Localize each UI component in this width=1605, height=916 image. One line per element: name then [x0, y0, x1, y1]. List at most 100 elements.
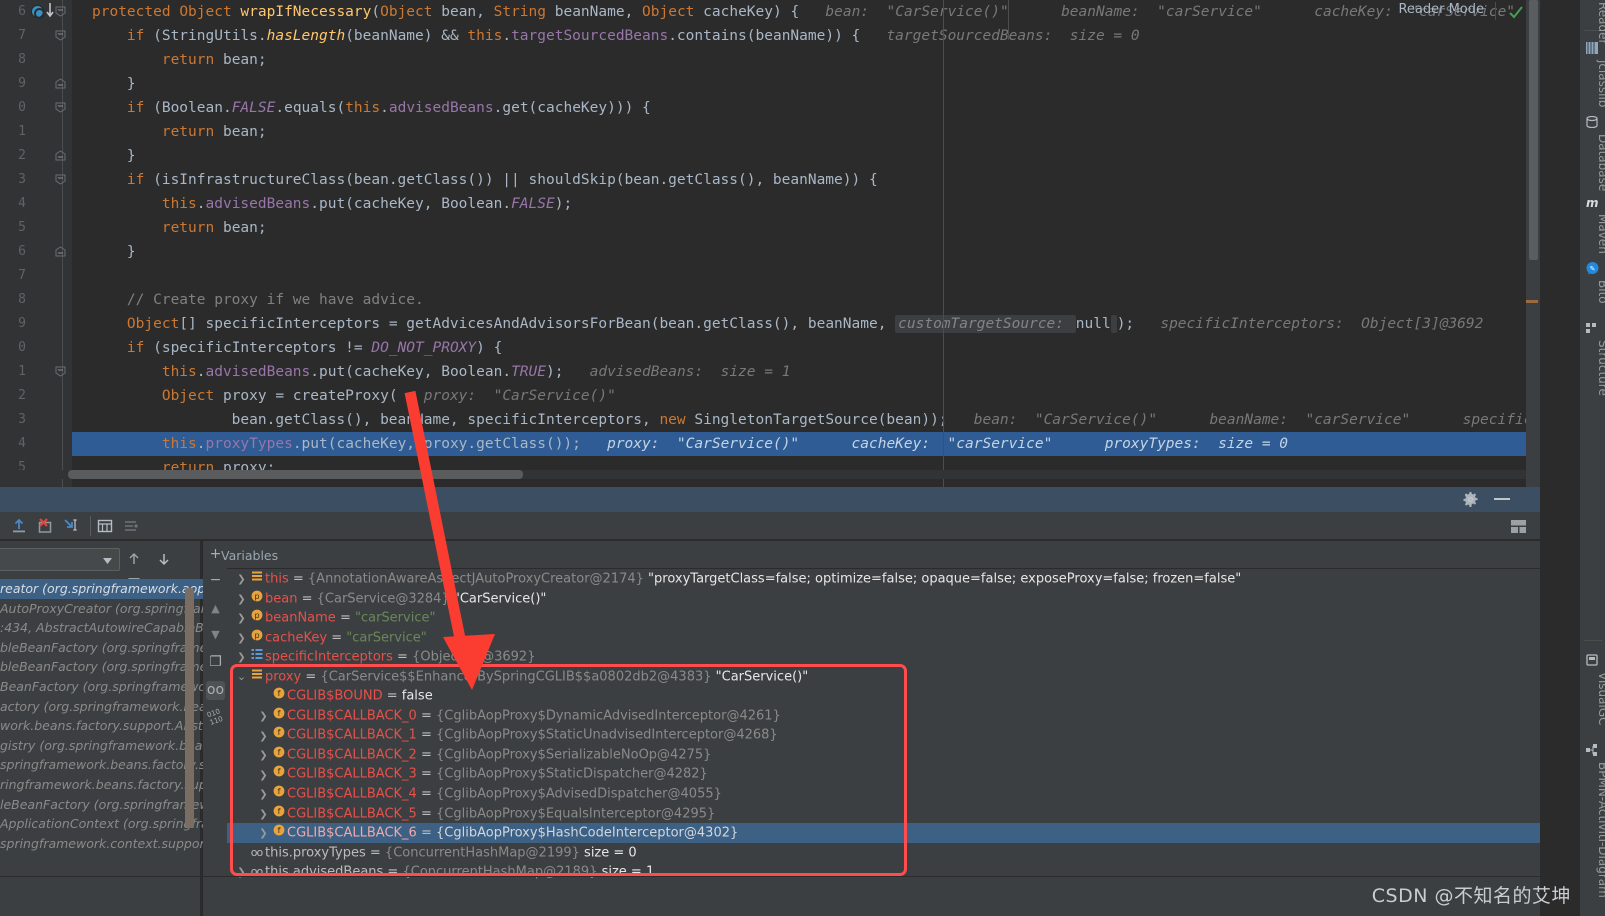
code-fold-icon[interactable]: [55, 102, 66, 113]
chevron-down-icon[interactable]: [103, 558, 112, 564]
expand-arrow-icon[interactable]: ❯: [235, 648, 248, 668]
code-line[interactable]: }: [72, 240, 1540, 264]
evaluate-expression-icon[interactable]: [96, 517, 114, 535]
code-text[interactable]: protected Object wrapIfNecessary(Object …: [72, 0, 1540, 487]
call-stack-frame[interactable]: bleBeanFactory (org.springframewor: [0, 638, 203, 658]
code-line[interactable]: [72, 264, 1540, 288]
expand-arrow-icon[interactable]: ❯: [235, 629, 248, 649]
run-to-line-icon[interactable]: [30, 4, 45, 19]
call-stack-frame[interactable]: springframework.beans.factory.supp: [0, 755, 203, 775]
expand-arrow-icon[interactable]: ❯: [257, 746, 270, 766]
code-fold-icon[interactable]: [55, 366, 66, 377]
thread-selector-combo[interactable]: [0, 548, 120, 571]
code-line[interactable]: if (isInfrastructureClass(bean.getClass(…: [72, 168, 1540, 192]
copy-icon[interactable]: ❐: [206, 653, 225, 672]
debug-toolbar[interactable]: [0, 512, 1540, 540]
call-stack-frame[interactable]: :434, AbstractAutowireCapableBean: [0, 618, 203, 638]
variable-row[interactable]: ❯ oo this.advisedBeans = {ConcurrentHashMa…: [227, 862, 1540, 882]
variable-row[interactable]: ❯ f CGLIB$CALLBACK_4 = {CglibAopProxy$Advi…: [227, 784, 1540, 804]
variable-row[interactable]: ❯oothis.proxyTypes = {ConcurrentHashMap@…: [227, 843, 1540, 863]
expand-arrow-icon[interactable]: ❯: [257, 707, 270, 727]
code-fold-icon[interactable]: [55, 174, 66, 185]
binary-view-icon[interactable]: 010 110: [203, 706, 227, 730]
frames-scroll-thumb[interactable]: [185, 588, 194, 828]
code-line[interactable]: Object[] specificInterceptors = getAdvic…: [72, 312, 1540, 336]
expand-arrow-icon[interactable]: ❯: [235, 863, 248, 883]
variable-row[interactable]: ❯ f CGLIB$CALLBACK_3 = {CglibAopProxy$Stat…: [227, 764, 1540, 784]
call-stack-frame[interactable]: gistry (org.springframework.beans.f: [0, 736, 203, 756]
code-line[interactable]: this.advisedBeans.put(cacheKey, Boolean.…: [72, 192, 1540, 216]
code-line[interactable]: this.proxyTypes.put(cacheKey, proxy.getC…: [72, 432, 1540, 456]
call-stack-frame[interactable]: ringframework.beans.factory.suppor: [0, 775, 203, 795]
variable-row[interactable]: ❯ f CGLIB$CALLBACK_1 = {CglibAopProxy$Stat…: [227, 725, 1540, 745]
variable-row[interactable]: ❯fCGLIB$BOUND = false: [227, 686, 1540, 706]
move-up-icon[interactable]: ▲: [206, 599, 225, 618]
editor-scrollbar[interactable]: [1526, 0, 1540, 487]
move-down-icon[interactable]: ▼: [206, 625, 225, 644]
code-line[interactable]: if (StringUtils.hasLength(beanName) && t…: [72, 24, 1540, 48]
variables-panel[interactable]: Variables ❯ this = {AnnotationAwareAspect…: [221, 541, 1540, 916]
frames-down-icon[interactable]: [156, 547, 182, 571]
variable-row[interactable]: ❯ specificInterceptors = {Object[3]@3692}: [227, 647, 1540, 667]
editor-hscroll-thumb[interactable]: [68, 470, 523, 479]
gear-icon[interactable]: [1463, 492, 1478, 507]
variable-row[interactable]: ⌄ proxy = {CarService$$EnhancerBySpringCG…: [227, 667, 1540, 687]
code-fold-icon[interactable]: [55, 30, 66, 41]
call-stack-frame[interactable]: ApplicationContext (org.springfram: [0, 814, 203, 834]
settings-list-icon[interactable]: [122, 517, 140, 535]
variable-row[interactable]: ❯ f CGLIB$CALLBACK_6 = {CglibAopProxy$Hash…: [227, 823, 1540, 843]
variable-row[interactable]: ❯ f CGLIB$CALLBACK_0 = {CglibAopProxy$Dyna…: [227, 706, 1540, 726]
code-fold-icon[interactable]: [55, 150, 66, 161]
call-stack-frame[interactable]: [0, 853, 203, 873]
code-line[interactable]: }: [72, 144, 1540, 168]
code-line[interactable]: // Create proxy if we have advice.: [72, 288, 1540, 312]
expand-arrow-icon[interactable]: ❯: [257, 805, 270, 825]
code-line[interactable]: Object proxy = createProxy( proxy: "CarS…: [72, 384, 1540, 408]
code-line[interactable]: }: [72, 72, 1540, 96]
run-to-cursor-icon[interactable]: [62, 517, 80, 535]
expand-arrow-icon[interactable]: ❯: [235, 590, 248, 610]
minimize-icon[interactable]: [1494, 498, 1510, 500]
expand-arrow-icon[interactable]: ❯: [257, 766, 270, 786]
inspections-ok-icon[interactable]: [1508, 4, 1524, 20]
variable-row[interactable]: ❯ p bean = {CarService@3284} "CarService()…: [227, 589, 1540, 609]
code-fold-icon[interactable]: [55, 6, 66, 17]
code-line[interactable]: bean.getClass(), beanName, specificInter…: [72, 408, 1540, 432]
variables-side-toolbar[interactable]: + − ▲ ▼ ❐ oo 010 110: [203, 541, 227, 916]
call-stack-frame[interactable]: bleBeanFactory (org.springframewor: [0, 657, 203, 677]
code-line[interactable]: if (specificInterceptors != DO_NOT_PROXY…: [72, 336, 1540, 360]
code-fold-icon[interactable]: [55, 246, 66, 257]
variable-row[interactable]: ❯ p beanName = "carService": [227, 608, 1540, 628]
variable-row[interactable]: ❯ f CGLIB$CALLBACK_5 = {CglibAopProxy$Equa…: [227, 804, 1540, 824]
variable-row[interactable]: ❯ p cacheKey = "carService": [227, 628, 1540, 648]
remove-watch-icon[interactable]: −: [206, 571, 225, 590]
variable-row[interactable]: ❯ f CGLIB$CALLBACK_2 = {CglibAopProxy$Seri…: [227, 745, 1540, 765]
code-line[interactable]: return bean;: [72, 48, 1540, 72]
editor-gutter[interactable]: 67890123456789012345: [0, 0, 72, 487]
variable-row[interactable]: ❯ this = {AnnotationAwareAspectJAutoProxy…: [227, 569, 1540, 589]
call-stack-frame[interactable]: actory (org.springframework.beans.: [0, 697, 203, 717]
call-stack-frame[interactable]: reator (org.springframework.aop.fra: [0, 579, 203, 599]
collapse-arrow-icon[interactable]: ⌄: [235, 667, 248, 687]
call-stack-frame[interactable]: BeanFactory (org.springframework.b: [0, 677, 203, 697]
expand-arrow-icon[interactable]: ❯: [235, 570, 248, 590]
variables-tree[interactable]: ❯ this = {AnnotationAwareAspectJAutoProxy…: [227, 569, 1540, 916]
step-out-icon[interactable]: [10, 517, 28, 535]
code-line[interactable]: this.advisedBeans.put(cacheKey, Boolean.…: [72, 360, 1540, 384]
expand-arrow-icon[interactable]: ❯: [235, 609, 248, 629]
editor-scroll-thumb[interactable]: [1529, 0, 1538, 260]
code-line[interactable]: if (Boolean.FALSE.equals(this.advisedBea…: [72, 96, 1540, 120]
call-stack-frame[interactable]: work.beans.factory.support.Abstract: [0, 716, 203, 736]
inspect-icon[interactable]: oo: [206, 681, 225, 700]
code-line[interactable]: protected Object wrapIfNecessary(Object …: [72, 0, 1540, 24]
layout-icon[interactable]: [1511, 520, 1526, 533]
frames-up-icon[interactable]: [126, 547, 152, 571]
expand-arrow-icon[interactable]: ❯: [257, 824, 270, 844]
reader-mode-label[interactable]: Reader Mode: [1398, 2, 1484, 17]
call-stack-frame[interactable]: leBeanFactory (org.springframework: [0, 795, 203, 815]
frames-panel[interactable]: reator (org.springframework.aop.fraAutoP…: [0, 541, 203, 916]
call-stack-frame[interactable]: AutoProxyCreator (org.springframe: [0, 599, 203, 619]
force-step-into-icon[interactable]: [36, 517, 54, 535]
right-tool-rail[interactable]: Reader jclasslib Database m Maven ✎ Bito Struct…: [1579, 0, 1605, 916]
expand-arrow-icon[interactable]: ❯: [257, 727, 270, 747]
